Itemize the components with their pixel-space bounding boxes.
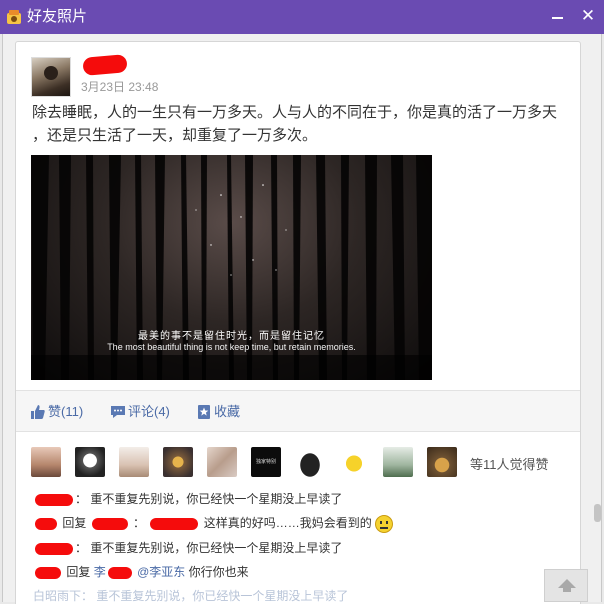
- smiley-icon: [374, 515, 393, 533]
- liker-avatar[interactable]: [339, 447, 369, 477]
- photo-subtitle-en: The most beautiful thing is not keep tim…: [107, 342, 356, 352]
- post-text-line: ，还是只生活了一天，却重复了一万多次。: [32, 127, 318, 144]
- likers-summary: 等11人觉得赞: [470, 457, 549, 472]
- liker-avatar-badge: 独家特别: [255, 459, 276, 465]
- arrow-up-icon: [558, 579, 576, 592]
- reply-keyword: 回复: [62, 516, 87, 531]
- post-text: 除去睡眠，人的一生只有一万多天。人与人的不同在于，你是真的活了一万多天 ，还是只…: [32, 101, 572, 147]
- reply-target-redacted[interactable]: [107, 566, 132, 579]
- comment-item: 白昭雨下： 重不重复先别说，你已经快一个星期没上早读了: [33, 588, 348, 604]
- mention-link[interactable]: @李亚东: [137, 565, 185, 579]
- liker-avatar[interactable]: [383, 447, 413, 477]
- post-timestamp: 3月23日 23:48: [81, 80, 159, 94]
- liker-avatar[interactable]: [427, 447, 457, 477]
- close-icon[interactable]: ✕: [578, 6, 598, 26]
- like-count: 赞(11): [48, 404, 84, 419]
- comment-text: 重不重复先别说，你已经快一个星期没上早读了: [90, 541, 343, 555]
- liker-avatar[interactable]: [163, 447, 193, 477]
- window-icon: [7, 10, 21, 24]
- liker-avatar[interactable]: 独家特别: [251, 447, 281, 477]
- commenter-name-redacted[interactable]: [35, 493, 73, 506]
- comment-button[interactable]: 评论(4): [110, 403, 172, 421]
- photo-subtitle-cn: 最美的事不是留住时光，而是留住记忆: [138, 331, 325, 342]
- reply-target-redacted[interactable]: [91, 518, 128, 530]
- like-button[interactable]: 赞(11): [30, 403, 92, 421]
- reply-target-name[interactable]: 李: [94, 565, 106, 579]
- action-bar: 赞(11) 评论(4) 收藏: [16, 390, 580, 432]
- comment-text: 这样真的好吗……我妈会看到的: [203, 516, 372, 531]
- comment-separator: ：: [81, 589, 94, 603]
- minimize-icon[interactable]: [548, 6, 568, 26]
- commenter-name-redacted[interactable]: [35, 542, 73, 555]
- liker-avatar[interactable]: [75, 447, 105, 477]
- title-bar: 好友照片 ✕: [0, 0, 604, 34]
- reply-name-redacted[interactable]: [150, 518, 199, 530]
- comment-text: 你行你也来: [188, 565, 249, 579]
- reply-keyword: 回复: [66, 565, 91, 579]
- bookmark-icon: [198, 405, 210, 419]
- comment-separator: ：: [75, 541, 88, 555]
- comment-item: 回复 李 @李亚东 你行你也来: [33, 564, 249, 580]
- vertical-scrollbar[interactable]: [594, 40, 601, 600]
- comment-count: 评论(4): [128, 404, 170, 419]
- comment-text: 重不重复先别说，你已经快一个星期没上早读了: [90, 492, 343, 506]
- comment-item: ： 重不重复先别说，你已经快一个星期没上早读了: [33, 491, 342, 507]
- post-photo[interactable]: 最美的事不是留住时光，而是留住记忆 The most beautiful thi…: [31, 155, 432, 380]
- poster-avatar[interactable]: [31, 57, 71, 97]
- window-body: 3月23日 23:48 除去睡眠，人的一生只有一万多天。人与人的不同在于，你是真…: [2, 34, 602, 604]
- comment-item: 回复 ： 这样真的好吗……我妈会看到的: [33, 515, 393, 533]
- comment-item: ： 重不重复先别说，你已经快一个星期没上早读了: [33, 540, 342, 556]
- favorite-button[interactable]: 收藏: [196, 403, 246, 421]
- liker-avatar[interactable]: [207, 447, 237, 477]
- scrollbar-thumb[interactable]: [594, 504, 601, 522]
- commenter-name-redacted[interactable]: [35, 566, 61, 579]
- thumbs-up-icon: [31, 405, 45, 419]
- liker-avatar[interactable]: [31, 447, 61, 477]
- comment-separator: ：: [133, 516, 146, 531]
- window-title: 好友照片: [27, 8, 88, 25]
- comment-separator: ：: [75, 492, 88, 506]
- post-text-line: 除去睡眠，人的一生只有一万多天。人与人的不同在于，你是真的活了一万多天: [32, 104, 558, 121]
- commenter-name-redacted[interactable]: [35, 518, 57, 530]
- comment-icon: [111, 406, 125, 418]
- scroll-to-top-button[interactable]: [544, 569, 588, 602]
- feed-post-card: 3月23日 23:48 除去睡眠，人的一生只有一万多天。人与人的不同在于，你是真…: [15, 41, 581, 604]
- commenter-name[interactable]: 白昭雨下: [33, 589, 81, 603]
- liker-avatar[interactable]: [295, 447, 325, 477]
- liker-avatar[interactable]: [119, 447, 149, 477]
- poster-name-redacted[interactable]: [82, 54, 128, 76]
- favorite-label: 收藏: [214, 404, 241, 419]
- comment-text: 重不重复先别说，你已经快一个星期没上早读了: [96, 589, 349, 603]
